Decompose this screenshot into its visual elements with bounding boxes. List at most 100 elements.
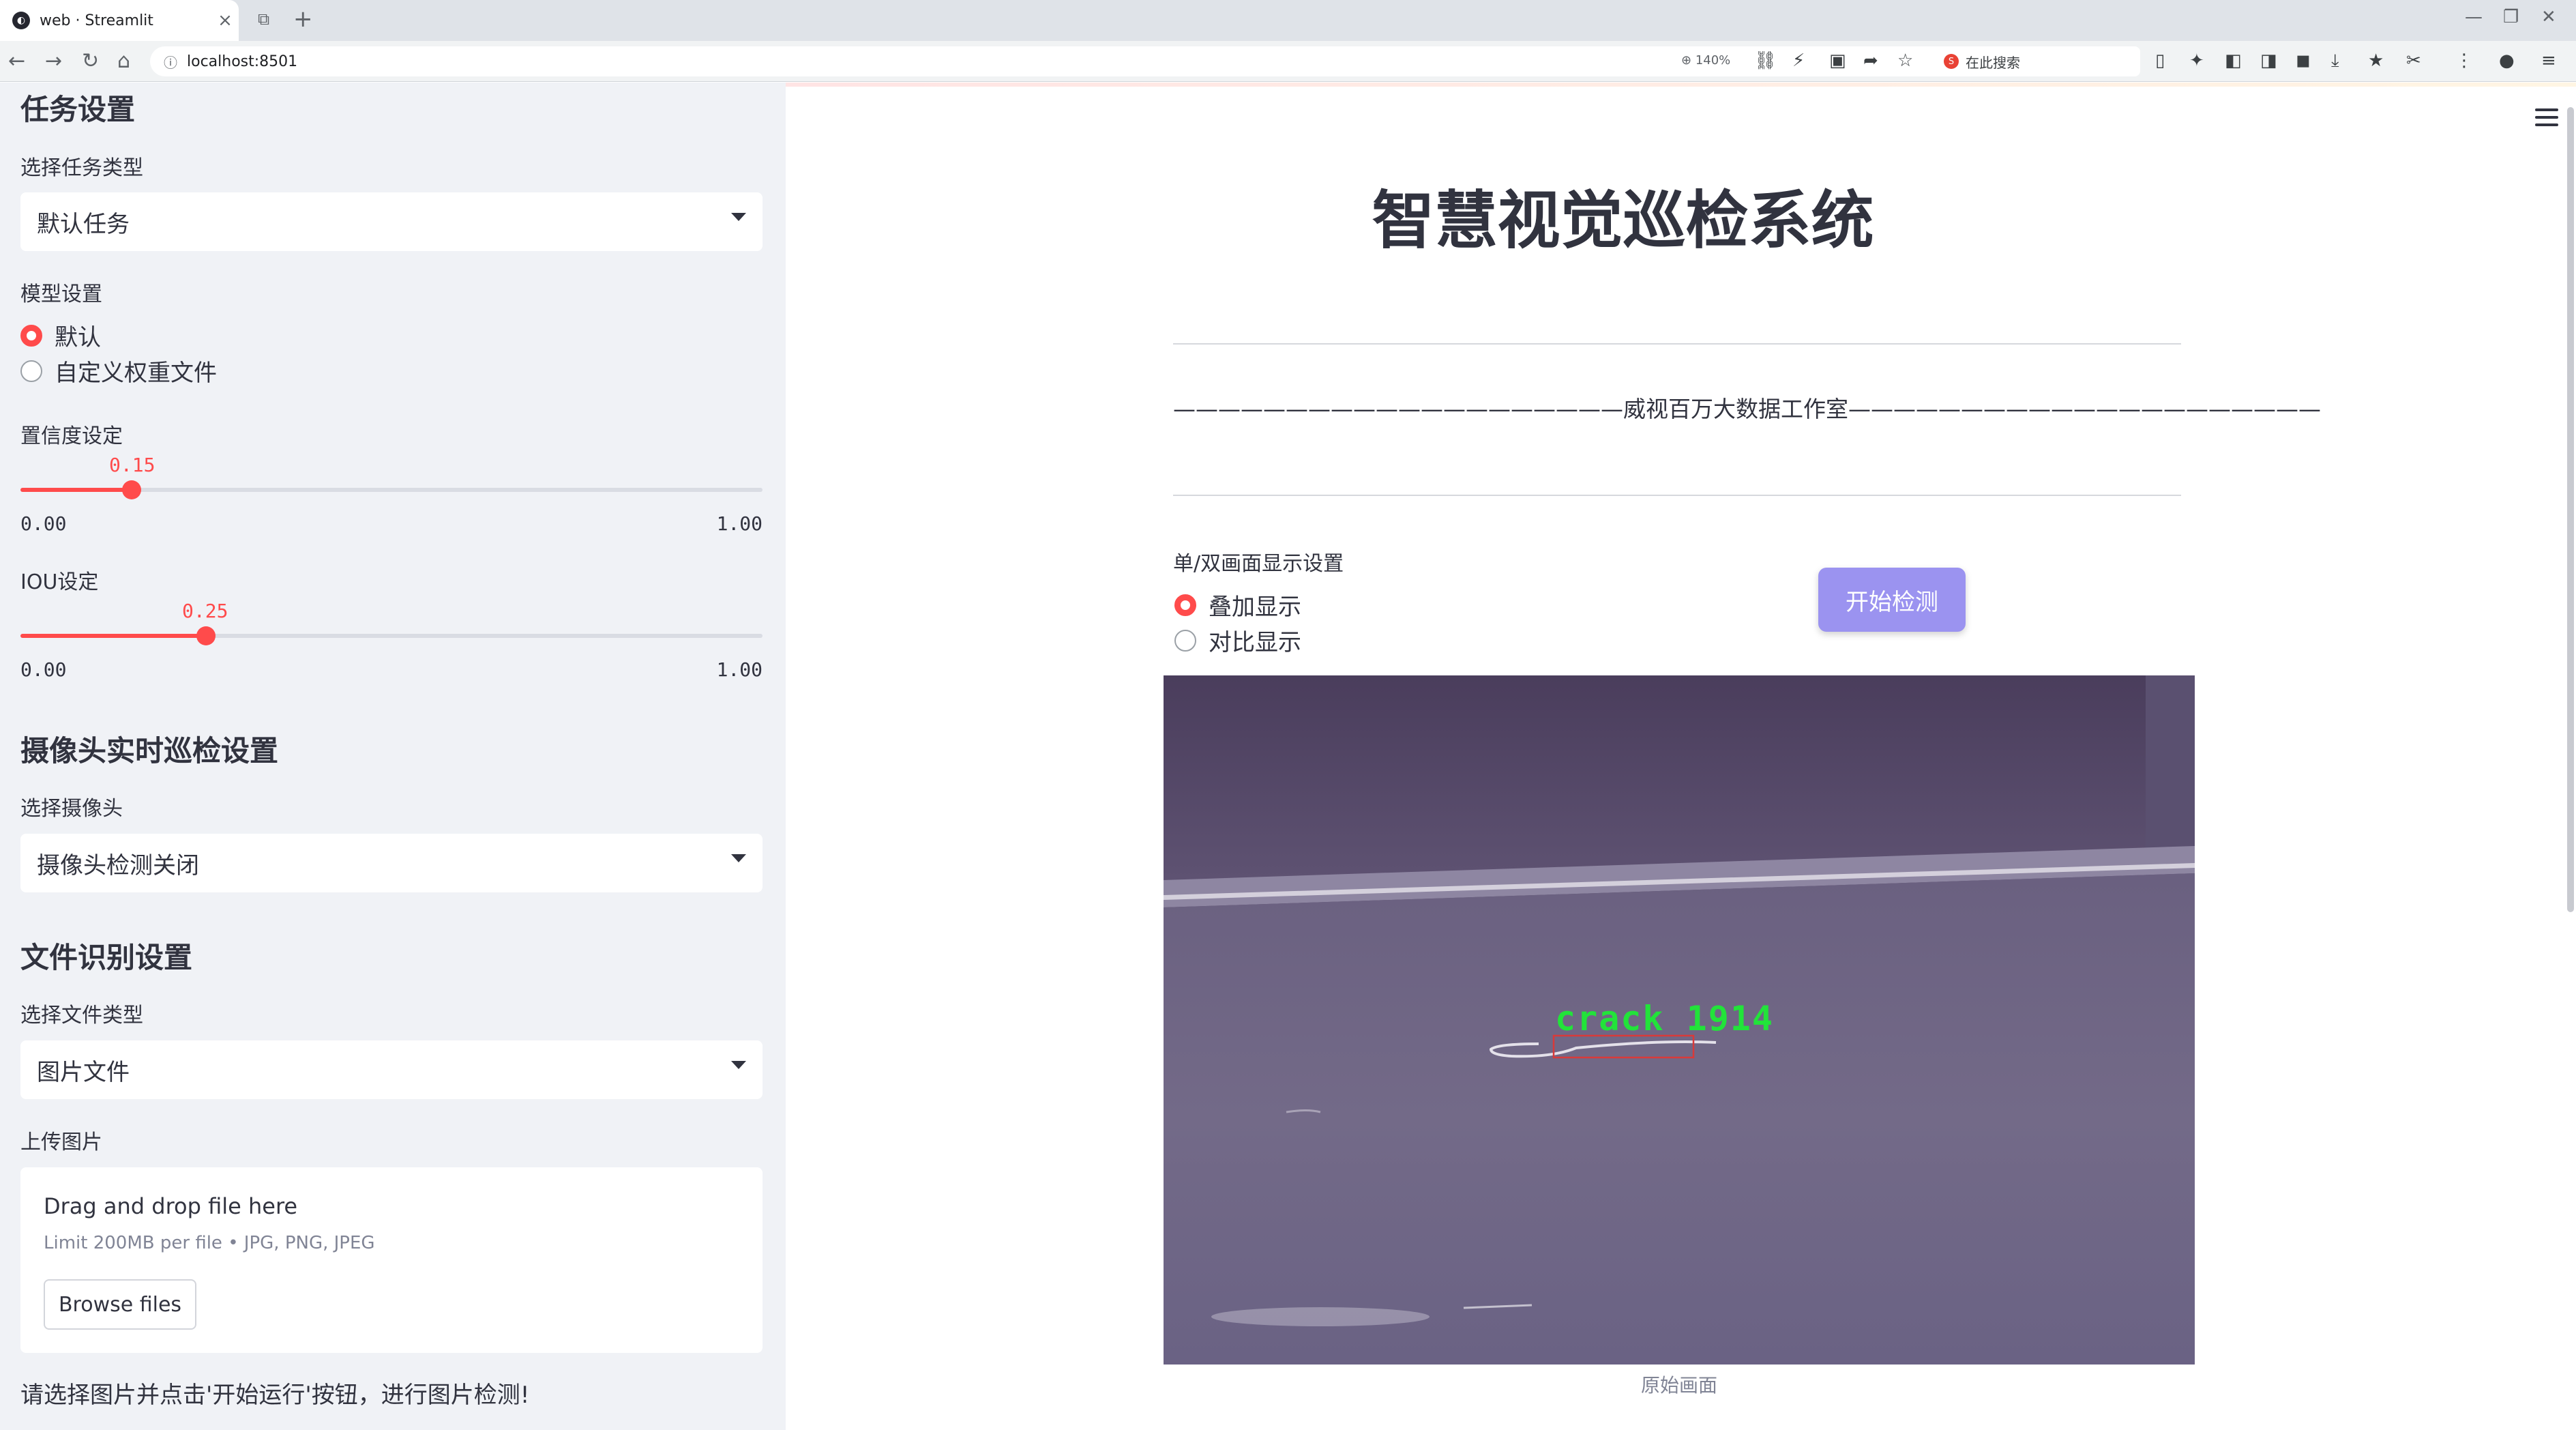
extension-icon[interactable]: ✦ [2189,50,2204,71]
minimize-icon[interactable]: — [2465,7,2483,27]
more-menu-icon[interactable]: ⋮ [2455,50,2473,71]
zoom-indicator[interactable]: ⊕ 140% [1681,53,1730,68]
task-section-title: 任务设置 [20,93,136,126]
camera-value: 摄像头检测关闭 [37,851,199,879]
radio-selected-icon [20,324,42,347]
file-type-label: 选择文件类型 [20,1004,143,1027]
zoom-level: 140% [1695,53,1731,68]
browser-tab-bar: ◐ web · Streamlit × ⧉ + — ❐ ✕ [0,0,2576,41]
site-info-icon[interactable]: ⓘ [164,52,177,72]
header-decoration [786,83,2576,87]
reload-icon[interactable]: ↻ [82,49,99,73]
file-type-select[interactable]: 图片文件 [20,1040,763,1099]
upload-label: 上传图片 [20,1130,102,1154]
camera-label: 选择摄像头 [20,797,123,821]
radio-selected-icon [1174,594,1196,616]
screenshot-icon[interactable]: ▣ [1829,50,1846,71]
model-option-label: 自定义权重文件 [55,360,217,387]
bookmark-star-icon[interactable]: ☆ [1897,50,1913,71]
chevron-down-icon [731,1061,746,1069]
iou-label: IOU设定 [20,570,99,594]
lightning-icon[interactable]: ⚡ [1792,50,1805,71]
studio-banner: ————————————————————威视百万大数据工作室——————————… [1173,396,2321,422]
camera-select[interactable]: 摄像头检测关闭 [20,834,763,892]
start-detection-button[interactable]: 开始检测 [1818,568,1966,632]
iou-max: 1.00 [716,658,763,681]
main-content: 智慧视觉巡检系统 ————————————————————威视百万大数据工作室—… [786,83,2576,1430]
favorites-icon[interactable]: ★ [2368,50,2384,71]
display-option-overlay[interactable]: 叠加显示 [1174,588,1301,622]
confidence-min: 0.00 [20,512,67,535]
radio-icon [1174,629,1196,652]
model-option-custom[interactable]: 自定义权重文件 [20,354,217,388]
close-icon[interactable]: × [211,10,239,31]
display-option-label: 对比显示 [1209,629,1301,656]
iou-value: 0.25 [182,600,228,622]
confidence-slider[interactable] [20,480,763,499]
model-option-label: 默认 [55,324,101,351]
confidence-label: 置信度设定 [20,424,123,448]
camera-section-title: 摄像头实时巡检设置 [20,734,279,768]
avatar[interactable]: ● [2499,50,2515,71]
detection-image: crack 1914 [1164,675,2195,1365]
iou-slider[interactable] [20,626,763,645]
extension-icon[interactable]: ◼ [2296,50,2311,71]
confidence-max: 1.00 [716,512,763,535]
chevron-down-icon [731,854,746,862]
task-type-value: 默认任务 [37,210,130,238]
image-caption: 原始画面 [1640,1374,1717,1397]
phone-icon[interactable]: ▯ [2155,50,2165,71]
file-dropzone[interactable]: Drag and drop file here Limit 200MB per … [20,1167,763,1353]
forward-icon[interactable]: → [45,49,62,73]
streamlit-icon: ◐ [12,12,30,29]
task-type-select[interactable]: 默认任务 [20,192,763,251]
confidence-slider-thumb[interactable] [122,480,142,499]
scrollbar[interactable] [2567,107,2574,912]
task-type-label: 选择任务类型 [20,156,143,180]
display-option-compare[interactable]: 对比显示 [1174,624,1301,657]
extension-icon[interactable]: ◧ [2225,50,2242,71]
file-section-title: 文件识别设置 [20,941,193,974]
iou-slider-thumb[interactable] [196,626,216,645]
main-menu-icon[interactable] [2535,108,2558,131]
search-placeholder: 在此搜索 [1966,54,2020,71]
display-mode-label: 单/双画面显示设置 [1173,552,1344,576]
search-box[interactable]: S 在此搜索 [1936,46,2140,76]
search-engine-icon[interactable]: S [1944,54,1959,69]
model-option-default[interactable]: 默认 [20,319,101,352]
divider [1173,495,2181,496]
browse-files-button[interactable]: Browse files [44,1279,196,1330]
radio-icon [20,360,42,382]
tab-group-icon[interactable]: ⧉ [258,10,269,29]
url-text: localhost:8501 [187,53,298,70]
dropzone-limit: Limit 200MB per file • JPG, PNG, JPEG [44,1233,375,1253]
detection-label: crack 1914 [1555,999,1774,1038]
browser-tab[interactable]: ◐ web · Streamlit × [0,0,239,41]
detection-image-canvas: crack 1914 [1164,675,2195,1365]
sidebar: 任务设置 选择任务类型 默认任务 模型设置 默认 自定义权重文件 置信度设定 0… [0,83,786,1430]
model-label: 模型设置 [20,282,102,306]
file-type-value: 图片文件 [37,1058,130,1086]
confidence-value: 0.15 [109,454,156,476]
confidence-slider-fill [20,488,132,492]
browser-toolbar: ← → ↻ ⌂ ⓘ localhost:8501 ⊕ 140% ⛓ ⚡ ▣ ➦ … [0,41,2576,82]
restore-icon[interactable]: ❐ [2503,7,2519,27]
tab-title: web · Streamlit [40,12,153,29]
window-close-icon[interactable]: ✕ [2541,7,2556,27]
back-icon[interactable]: ← [8,49,25,73]
chevron-down-icon [731,213,746,221]
iou-min: 0.00 [20,658,67,681]
display-option-label: 叠加显示 [1209,594,1301,621]
page-title: 智慧视觉巡检系统 [1372,184,1874,257]
share-icon[interactable]: ➦ [1863,50,1878,71]
extension-icon[interactable]: ◨ [2260,50,2277,71]
home-icon[interactable]: ⌂ [117,49,130,73]
browser-menu-icon[interactable]: ≡ [2541,50,2556,71]
translate-icon[interactable]: ⛓ [1754,50,1777,71]
divider [1173,343,2181,345]
cut-icon[interactable]: ✂ [2406,50,2421,71]
iou-slider-fill [20,634,206,638]
download-icon[interactable]: ⤓ [2331,50,2339,72]
upload-instruction: 请选择图片并点击'开始运行'按钮，进行图片检测! [20,1382,530,1409]
new-tab-icon[interactable]: + [293,5,313,33]
